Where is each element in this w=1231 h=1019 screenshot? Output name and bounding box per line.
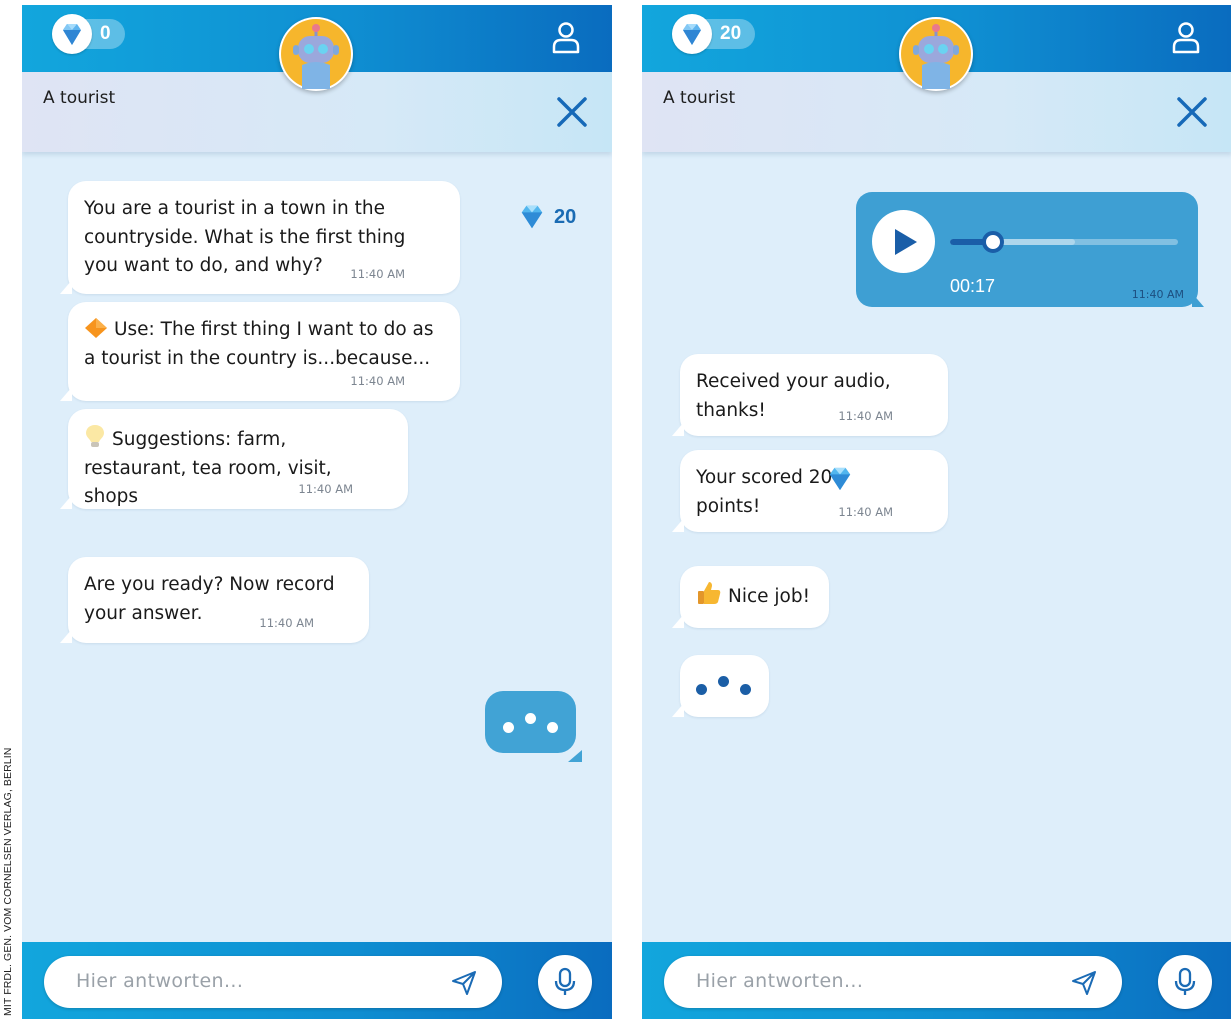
typing-indicator <box>672 655 769 717</box>
typing-indicator <box>485 691 576 753</box>
gem-icon <box>829 467 851 491</box>
message-text: Nice job! <box>696 580 813 612</box>
photo-credit: MIT FRDL. GEN. VOM CORNELSEN VERLAG, BER… <box>2 747 14 1016</box>
gem-counter[interactable]: 0 <box>52 14 125 54</box>
play-icon <box>894 228 917 255</box>
bot-message: Use: The first thing I want to do as a t… <box>60 302 460 401</box>
message-time: 11:40 AM <box>838 408 893 423</box>
audio-scrubber-handle[interactable] <box>982 231 1005 253</box>
reply-placeholder: Hier antworten... <box>696 970 864 992</box>
microphone-icon <box>554 967 576 995</box>
message-text: Use: The first thing I want to do as a t… <box>84 318 434 369</box>
lightbulb-icon <box>86 425 104 447</box>
typing-dot <box>525 713 536 724</box>
bot-message: Your scored 20 points! 11:40 AM <box>672 450 948 532</box>
gem-count: 0 <box>100 23 111 44</box>
chat-screen-right: 20 A tourist 00:17 11:40 AM Received you… <box>642 5 1231 1019</box>
bot-message: You are a tourist in a town in the count… <box>60 181 460 294</box>
robot-avatar <box>899 17 973 91</box>
message-text: Received your audio, thanks! <box>696 371 891 421</box>
typing-dot <box>503 722 514 733</box>
message-text: Your scored 20 points! <box>696 467 833 517</box>
typing-dot <box>740 684 751 695</box>
message-time: 11:40 AM <box>838 504 893 519</box>
user-profile-icon[interactable] <box>1170 21 1202 55</box>
reply-input[interactable]: Hier antworten... <box>44 956 502 1008</box>
message-time: 11:40 AM <box>259 615 314 630</box>
message-time: 11:40 AM <box>298 481 353 496</box>
thumbs-up-icon <box>698 582 721 604</box>
reply-bar: Hier antworten... <box>642 942 1231 1019</box>
microphone-icon <box>1174 967 1196 995</box>
gem-count: 20 <box>720 23 742 44</box>
gem-icon <box>52 14 92 54</box>
audio-progress-bar[interactable] <box>950 231 1178 253</box>
message-time: 11:40 AM <box>1131 288 1184 301</box>
message-time: 11:40 AM <box>350 266 405 281</box>
gem-icon <box>672 14 712 54</box>
mic-button[interactable] <box>538 955 592 1009</box>
robot-avatar <box>279 17 353 91</box>
typing-dot <box>547 722 558 733</box>
chat-title: A tourist <box>663 88 736 108</box>
bot-message: Received your audio, thanks! 11:40 AM <box>672 354 948 436</box>
gem-counter[interactable]: 20 <box>672 14 756 54</box>
audio-message: 00:17 11:40 AM <box>856 192 1204 307</box>
score-badge: 20 <box>518 203 576 231</box>
bot-message: Suggestions: farm, restaurant, tea room,… <box>60 409 408 509</box>
chat-title: A tourist <box>43 88 116 108</box>
chat-screen-left: 0 A tourist You are a tourist in a town … <box>22 5 612 1019</box>
send-icon[interactable] <box>1070 969 1098 997</box>
bot-message: Nice job! <box>672 566 829 628</box>
send-icon[interactable] <box>450 969 478 997</box>
user-profile-icon[interactable] <box>550 21 582 55</box>
play-button[interactable] <box>872 210 935 273</box>
gem-icon <box>521 205 543 229</box>
score-value: 20 <box>554 205 577 228</box>
close-icon[interactable] <box>556 96 588 128</box>
orange-diamond-icon <box>85 318 107 338</box>
bot-message: Are you ready? Now record your answer. 1… <box>60 557 369 643</box>
reply-bar: Hier antworten... <box>22 942 612 1019</box>
close-icon[interactable] <box>1176 96 1208 128</box>
reply-input[interactable]: Hier antworten... <box>664 956 1122 1008</box>
reply-placeholder: Hier antworten... <box>76 970 244 992</box>
message-time: 11:40 AM <box>350 373 405 388</box>
typing-dot <box>696 684 707 695</box>
audio-duration: 00:17 <box>950 276 996 296</box>
mic-button[interactable] <box>1158 955 1212 1009</box>
typing-dot <box>718 676 729 687</box>
